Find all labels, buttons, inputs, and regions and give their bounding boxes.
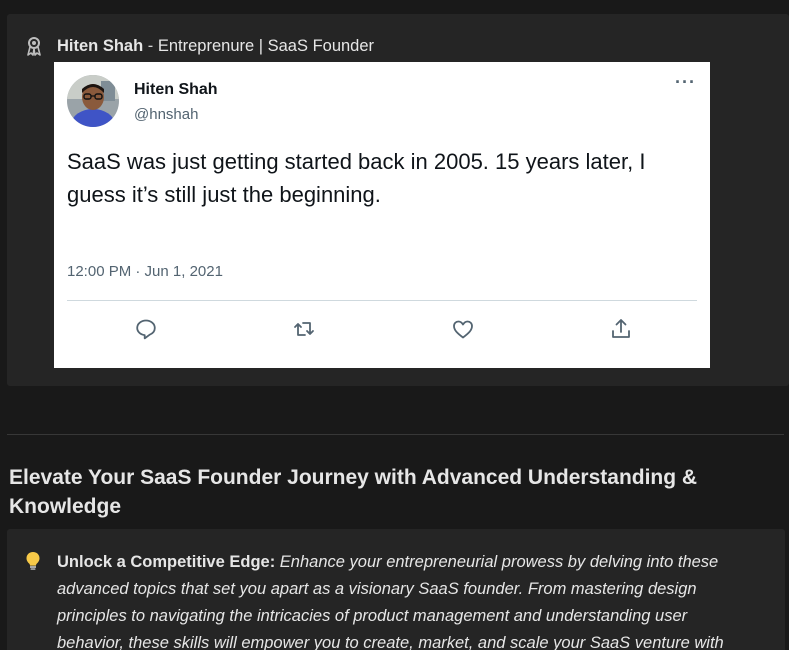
like-icon[interactable] <box>448 314 478 344</box>
author-title: Entreprenure | SaaS Founder <box>157 37 375 55</box>
tip-body: Unlock a Competitive Edge: Enhance your … <box>57 549 757 650</box>
author-line: Hiten Shah - Entreprenure | SaaS Founder <box>57 35 374 57</box>
author-name: Hiten Shah <box>57 37 144 55</box>
share-icon[interactable] <box>606 314 636 344</box>
tweet-divider <box>67 300 697 301</box>
author-separator: - <box>143 37 158 55</box>
lightbulb-icon <box>25 551 41 571</box>
tip-callout: Unlock a Competitive Edge: Enhance your … <box>7 529 785 650</box>
award-badge-icon <box>25 36 43 56</box>
section-heading: Elevate Your SaaS Founder Journey with A… <box>9 466 698 518</box>
tweet-embed[interactable]: Hiten Shah @hnshah ··· SaaS was just get… <box>54 62 710 368</box>
tip-lead: Unlock a Competitive Edge <box>57 553 270 571</box>
tweet-text: SaaS was just getting started back in 20… <box>67 149 646 207</box>
tweet-actions <box>67 314 697 344</box>
section-divider <box>7 434 784 435</box>
page: Hiten Shah - Entreprenure | SaaS Founder… <box>0 0 789 650</box>
tweet-handle[interactable]: @hnshah <box>134 106 198 123</box>
avatar[interactable] <box>67 75 119 127</box>
tweet-display-name[interactable]: Hiten Shah <box>134 81 218 99</box>
tweet-timestamp[interactable]: 12:00 PM · Jun 1, 2021 <box>67 263 223 280</box>
reply-icon[interactable] <box>131 314 161 344</box>
retweet-icon[interactable] <box>289 314 319 344</box>
more-options-icon[interactable]: ··· <box>675 72 696 93</box>
tweet-callout: Hiten Shah - Entreprenure | SaaS Founder… <box>7 14 789 386</box>
